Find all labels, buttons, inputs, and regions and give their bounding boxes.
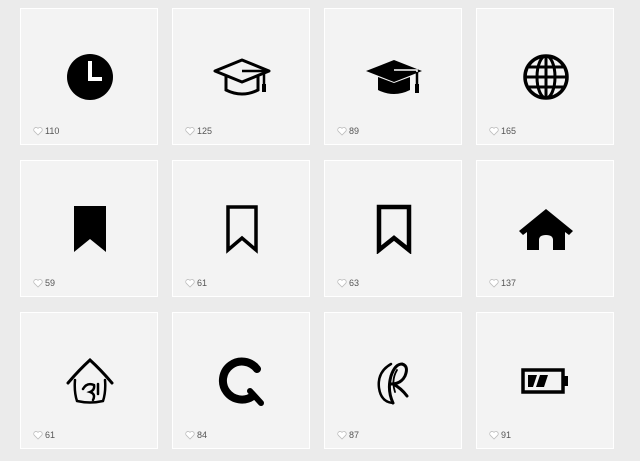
icon-card[interactable]: 91	[476, 312, 614, 449]
heart-icon[interactable]	[185, 278, 195, 288]
like-count-value: 165	[501, 126, 517, 136]
like-count: 89	[337, 125, 359, 137]
like-count: 87	[337, 429, 359, 441]
like-count-value: 91	[501, 430, 512, 440]
icon-card[interactable]: 89	[324, 8, 462, 145]
heart-icon[interactable]	[337, 430, 347, 440]
like-count: 84	[185, 429, 207, 441]
icon-card[interactable]: 84	[172, 312, 310, 449]
like-count: 63	[337, 277, 359, 289]
like-count: 137	[489, 277, 516, 289]
like-count-value: 110	[45, 126, 60, 136]
heart-icon[interactable]	[337, 126, 347, 136]
like-count: 165	[489, 125, 516, 137]
bookmark-outline-icon	[217, 204, 267, 254]
clock-icon	[65, 52, 115, 102]
heart-icon[interactable]	[33, 126, 43, 136]
like-count-value: 61	[45, 430, 56, 440]
like-count: 61	[185, 277, 207, 289]
like-count-value: 61	[197, 278, 208, 288]
icon-card[interactable]: 125	[172, 8, 310, 145]
icon-card[interactable]: 165	[476, 8, 614, 145]
like-count-value: 87	[349, 430, 360, 440]
like-count: 91	[489, 429, 511, 441]
bookmark-outline-bold-icon	[369, 204, 419, 254]
icon-grid: 110 125 89 165 59 61 63 137 61 84 87 91	[0, 0, 640, 461]
script-r-logo-icon	[369, 356, 419, 406]
battery-low-icon	[521, 356, 571, 406]
heart-icon[interactable]	[337, 278, 347, 288]
q-logo-icon	[217, 356, 267, 406]
icon-card[interactable]: 61	[172, 160, 310, 297]
like-count: 59	[33, 277, 55, 289]
icon-card[interactable]: 137	[476, 160, 614, 297]
heart-icon[interactable]	[489, 126, 499, 136]
bookmark-solid-icon	[65, 204, 115, 254]
heart-icon[interactable]	[489, 278, 499, 288]
graduation-cap-solid-icon	[366, 52, 422, 102]
like-count-value: 63	[349, 278, 360, 288]
like-count: 61	[33, 429, 55, 441]
like-count: 110	[33, 125, 59, 137]
heart-icon[interactable]	[489, 430, 499, 440]
like-count: 125	[185, 125, 212, 137]
like-count-value: 84	[197, 430, 208, 440]
icon-card[interactable]: 87	[324, 312, 462, 449]
graduation-cap-outline-icon	[213, 52, 271, 102]
heart-icon[interactable]	[33, 278, 43, 288]
sketch-house-icon	[65, 356, 115, 406]
heart-icon[interactable]	[185, 126, 195, 136]
home-icon	[519, 204, 573, 254]
icon-card[interactable]: 59	[20, 160, 158, 297]
like-count-value: 125	[197, 126, 213, 136]
icon-card[interactable]: 110	[20, 8, 158, 145]
like-count-value: 59	[45, 278, 56, 288]
heart-icon[interactable]	[185, 430, 195, 440]
like-count-value: 137	[501, 278, 517, 288]
icon-card[interactable]: 63	[324, 160, 462, 297]
heart-icon[interactable]	[33, 430, 43, 440]
globe-icon	[521, 52, 571, 102]
like-count-value: 89	[349, 126, 360, 136]
icon-card[interactable]: 61	[20, 312, 158, 449]
